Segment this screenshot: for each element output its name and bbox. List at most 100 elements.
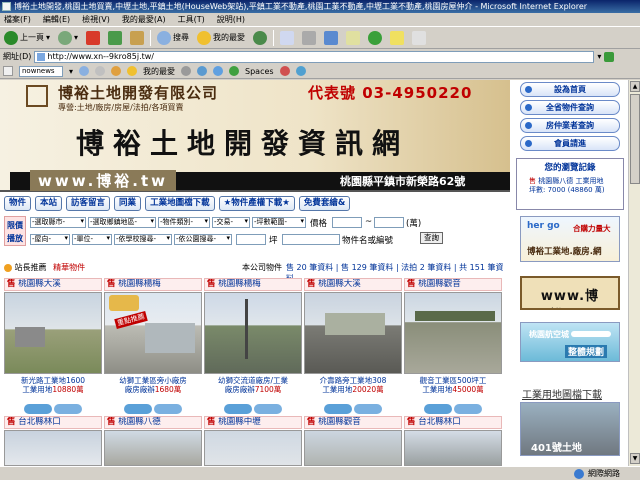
listing-photo[interactable]: [4, 292, 102, 374]
listing-photo[interactable]: [104, 430, 202, 466]
listing-map-icon[interactable]: [254, 404, 282, 414]
listing-title[interactable]: 售 桃園縣大溪: [4, 278, 102, 291]
county-select[interactable]: -選取縣市-: [30, 217, 86, 228]
listing-title[interactable]: 售 桃園縣觀音: [404, 278, 502, 291]
listing-info-icon[interactable]: [24, 404, 52, 414]
trade-select[interactable]: -交易-: [212, 217, 250, 228]
search-toolbar-input[interactable]: nownews: [19, 65, 63, 77]
address-input[interactable]: http://www.xn--9kro85j.tw/: [34, 50, 595, 63]
listing-info-icon[interactable]: [124, 404, 152, 414]
history-item[interactable]: 售 桃園縣八德 工業用地 坪數: 7000 (48860 萬): [529, 177, 623, 195]
listing-info-icon[interactable]: [324, 404, 352, 414]
listing-map-icon[interactable]: [154, 404, 182, 414]
tool-icon[interactable]: [181, 66, 192, 76]
listing-caption[interactable]: 幼獅交流道廠房/工業 廠房廠辦7100萬: [204, 376, 302, 404]
spaces-link[interactable]: Spaces: [245, 67, 274, 76]
research-button[interactable]: [388, 29, 406, 47]
category-select[interactable]: -物件類別-: [158, 217, 210, 228]
address-dropdown-icon[interactable]: ▾: [597, 52, 601, 61]
area-range-select[interactable]: -坪數範圍-: [252, 217, 306, 228]
tool-icon[interactable]: [295, 66, 306, 76]
listing-title[interactable]: 售 台北縣林口: [404, 416, 502, 429]
nav-peers[interactable]: 同業: [114, 196, 142, 211]
alert-icon[interactable]: [111, 66, 122, 76]
search-icon[interactable]: [79, 66, 90, 76]
price-limit-play-button[interactable]: 限價播放: [4, 216, 26, 246]
ping-input[interactable]: [236, 234, 266, 245]
star-icon[interactable]: [127, 66, 138, 76]
listing-title[interactable]: 售 桃園縣楊梅: [104, 278, 202, 291]
scroll-up-arrow-icon[interactable]: ▲: [630, 81, 640, 92]
messenger-button[interactable]: [366, 29, 384, 47]
scrollbar-thumb[interactable]: [630, 94, 640, 184]
listing-caption[interactable]: 幼獅工業區旁小廠房 廠房廠辦1680萬: [104, 376, 202, 404]
listing-caption[interactable]: 觀音工業區500坪工 工業用地45000萬: [404, 376, 502, 404]
listing-photo[interactable]: [404, 430, 502, 466]
listing-title[interactable]: 售 桃園縣楊梅: [204, 278, 302, 291]
tool-icon[interactable]: [279, 66, 290, 76]
district-select[interactable]: -選取鄉鎮地區-: [88, 217, 156, 228]
mail-icon[interactable]: [197, 66, 208, 76]
listing-map-icon[interactable]: [354, 404, 382, 414]
back-button[interactable]: 上一頁 ▾: [2, 29, 52, 47]
chevron-down-icon[interactable]: ▾: [46, 33, 50, 42]
nav-free-drawing[interactable]: 免費套繪&: [298, 196, 351, 211]
messenger-icon[interactable]: [213, 66, 224, 76]
vertical-scrollbar[interactable]: ▲ ▼: [628, 80, 640, 466]
listing-photo[interactable]: [304, 430, 402, 466]
listing-photo[interactable]: [304, 292, 402, 374]
listing-photo[interactable]: [404, 292, 502, 374]
park-select[interactable]: -依公園搜尋-: [174, 234, 232, 245]
keyword-input[interactable]: [282, 234, 340, 245]
mail-button[interactable]: [278, 29, 296, 47]
price-max-input[interactable]: [374, 217, 404, 228]
listing-photo[interactable]: [204, 430, 302, 466]
home-button[interactable]: [128, 29, 146, 47]
edit-button[interactable]: [322, 29, 340, 47]
discuss-button[interactable]: [344, 29, 362, 47]
nav-title-download[interactable]: ★物件產權下載★: [218, 196, 295, 211]
set-homepage-button[interactable]: 設為首頁: [520, 82, 620, 97]
menu-edit[interactable]: 編輯(E): [43, 14, 70, 25]
price-min-input[interactable]: [332, 217, 362, 228]
refresh-button[interactable]: [106, 29, 124, 47]
tool-icon[interactable]: [95, 66, 106, 76]
listing-title[interactable]: 售 桃園縣觀音: [304, 416, 402, 429]
print-button[interactable]: [300, 29, 318, 47]
search-button[interactable]: 搜尋: [155, 29, 191, 47]
map-download-link[interactable]: 工業用地圖檔下載: [522, 386, 602, 401]
spaces-icon[interactable]: [229, 66, 240, 76]
land-401-ad[interactable]: 401號土地: [520, 402, 620, 456]
listing-map-icon[interactable]: [54, 404, 82, 414]
menu-tools[interactable]: 工具(T): [178, 14, 205, 25]
listing-caption[interactable]: 新光路工業地1600 工業用地10880萬: [4, 376, 102, 404]
school-select[interactable]: -依學校搜尋-: [114, 234, 172, 245]
listing-map-icon[interactable]: [454, 404, 482, 414]
history-button[interactable]: [251, 29, 269, 47]
featured-link[interactable]: 精華物件: [53, 263, 85, 272]
agent-search-button[interactable]: 房仲業者查詢: [520, 118, 620, 133]
listing-title[interactable]: 售 桃園縣八德: [104, 416, 202, 429]
menu-favorites[interactable]: 我的最愛(A): [122, 14, 166, 25]
listing-photo[interactable]: [204, 292, 302, 374]
favorites-link[interactable]: 我的最愛: [143, 66, 175, 77]
listing-title[interactable]: 售 桃園縣中壢: [204, 416, 302, 429]
listing-info-icon[interactable]: [424, 404, 452, 414]
nav-about[interactable]: 本站: [35, 196, 63, 211]
listing-info-icon[interactable]: [224, 404, 252, 414]
menu-file[interactable]: 檔案(F): [4, 14, 31, 25]
menu-view[interactable]: 檢視(V): [82, 14, 110, 25]
listing-title[interactable]: 售 桃園縣大溪: [304, 278, 402, 291]
nav-guestbook[interactable]: 訪客留言: [66, 196, 111, 211]
nav-listings[interactable]: 物件: [4, 196, 32, 211]
orientation-select[interactable]: -屋向-: [30, 234, 70, 245]
menu-help[interactable]: 說明(H): [217, 14, 245, 25]
domain-ad[interactable]: www.博裕.tw: [520, 276, 620, 310]
chevron-down-icon[interactable]: ▾: [69, 67, 73, 76]
nav-map-download[interactable]: 工業地圖檔下載: [145, 196, 215, 211]
listing-photo[interactable]: [4, 430, 102, 466]
query-button[interactable]: 查詢: [420, 232, 443, 244]
member-login-button[interactable]: 會員請進: [520, 136, 620, 151]
scroll-down-arrow-icon[interactable]: ▼: [630, 453, 640, 464]
forward-button[interactable]: ▾: [56, 29, 80, 47]
